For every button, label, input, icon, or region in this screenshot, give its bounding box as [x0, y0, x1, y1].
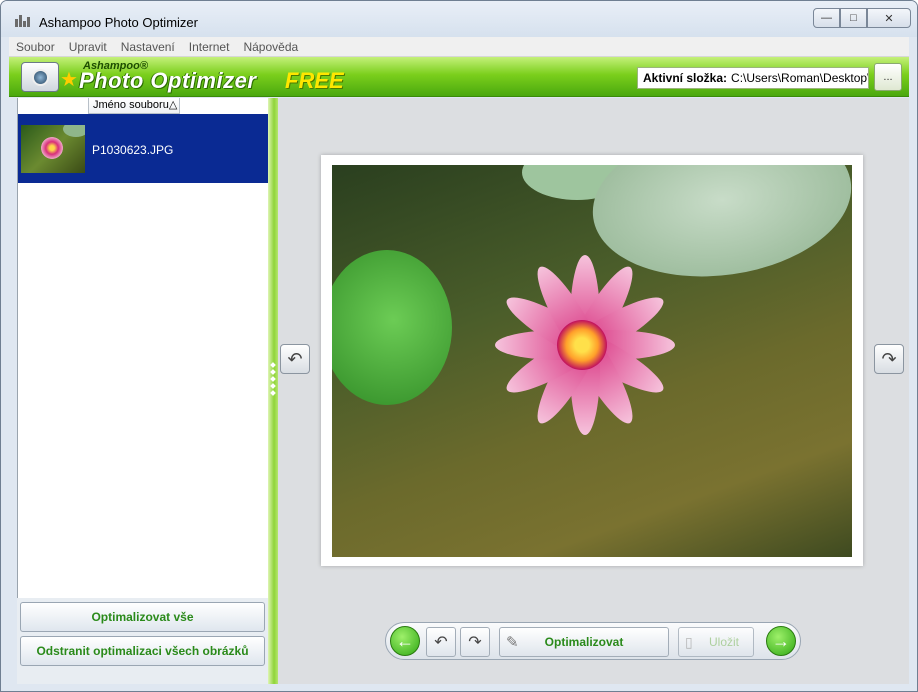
- water-lily-flower: [462, 225, 702, 465]
- previous-image-button[interactable]: ←: [390, 626, 420, 656]
- magic-wand-icon: ✎: [506, 634, 519, 651]
- active-folder-display: Aktivní složka: C:\Users\Roman\Desktop\: [637, 67, 869, 89]
- close-button[interactable]: ✕: [867, 8, 911, 28]
- panel-splitter[interactable]: [268, 98, 278, 684]
- brand-free: FREE: [285, 68, 344, 93]
- column-header-label: Jméno souboru: [93, 99, 169, 111]
- remove-all-optimization-button[interactable]: Odstranit optimalizaci všech obrázků: [20, 636, 265, 666]
- active-folder-path: C:\Users\Roman\Desktop\: [731, 71, 869, 85]
- window-title: Ashampoo Photo Optimizer: [39, 15, 198, 30]
- menu-internet[interactable]: Internet: [182, 40, 237, 54]
- menu-napoveda[interactable]: Nápověda: [236, 40, 305, 54]
- preview-area: ↶ ↷ ← ↶ ↷ ✎ Optimalizovat ▯ Uložit →: [278, 98, 909, 684]
- rotate-right-icon: ↷: [881, 348, 897, 369]
- close-icon: ✕: [884, 12, 894, 25]
- photo-frame: [321, 155, 863, 566]
- menu-bar: Soubor Upravit Nastavení Internet Nápově…: [9, 37, 909, 57]
- right-arrow-icon: →: [772, 630, 790, 651]
- save-button[interactable]: ▯ Uložit: [678, 627, 754, 657]
- app-icon: [15, 15, 31, 27]
- maximize-button[interactable]: □: [840, 8, 867, 28]
- optimize-button[interactable]: ✎ Optimalizovat: [499, 627, 669, 657]
- rotate-right-side-button[interactable]: ↷: [874, 344, 904, 374]
- title-bar[interactable]: Ashampoo Photo Optimizer — □ ✕: [1, 1, 917, 37]
- next-image-button[interactable]: →: [766, 626, 796, 656]
- file-name: P1030623.JPG: [92, 143, 174, 157]
- file-list-panel: Jméno souboru△ P1030623.JPG: [17, 98, 269, 598]
- star-icon: ★: [60, 69, 78, 91]
- maximize-icon: □: [850, 12, 857, 24]
- save-label: Uložit: [708, 635, 739, 649]
- rotate-left-icon: ↶: [434, 634, 448, 651]
- bulk-actions-area: Optimalizovat vše Odstranit optimalizaci…: [17, 598, 268, 684]
- active-folder-label: Aktivní složka:: [643, 71, 728, 85]
- save-disk-icon: ▯: [685, 633, 693, 650]
- rotate-left-side-button[interactable]: ↶: [280, 344, 310, 374]
- rotate-left-icon: ↶: [287, 348, 303, 369]
- camera-logo-icon: [21, 62, 59, 92]
- menu-soubor[interactable]: Soubor: [9, 40, 62, 54]
- rotate-left-button[interactable]: ↶: [426, 627, 456, 657]
- rotate-right-button[interactable]: ↷: [460, 627, 490, 657]
- sort-ascending-icon: △: [168, 99, 178, 111]
- preview-toolbar: ← ↶ ↷ ✎ Optimalizovat ▯ Uložit →: [385, 622, 801, 660]
- rotate-right-icon: ↷: [468, 634, 482, 651]
- menu-upravit[interactable]: Upravit: [62, 40, 114, 54]
- left-arrow-icon: ←: [396, 630, 414, 651]
- column-header-filename[interactable]: Jméno souboru△: [88, 98, 180, 114]
- splitter-grip-icon: [270, 360, 276, 416]
- minimize-button[interactable]: —: [813, 8, 840, 28]
- file-thumbnail: [21, 125, 85, 173]
- bottom-border: [9, 684, 909, 691]
- app-banner: ★ Ashampoo® Photo Optimizer FREE Aktivní…: [9, 57, 909, 97]
- browse-folder-button[interactable]: ...: [874, 63, 902, 91]
- app-window: Ashampoo Photo Optimizer — □ ✕ Soubor Up…: [0, 0, 918, 692]
- window-controls: — □ ✕: [813, 8, 911, 28]
- photo-preview: [332, 165, 852, 557]
- optimize-label: Optimalizovat: [544, 635, 624, 649]
- minimize-icon: —: [821, 12, 832, 24]
- menu-nastaveni[interactable]: Nastavení: [114, 40, 182, 54]
- brand-product-name: Photo Optimizer: [79, 68, 257, 93]
- file-list-item[interactable]: P1030623.JPG: [18, 114, 269, 183]
- optimize-all-button[interactable]: Optimalizovat vše: [20, 602, 265, 632]
